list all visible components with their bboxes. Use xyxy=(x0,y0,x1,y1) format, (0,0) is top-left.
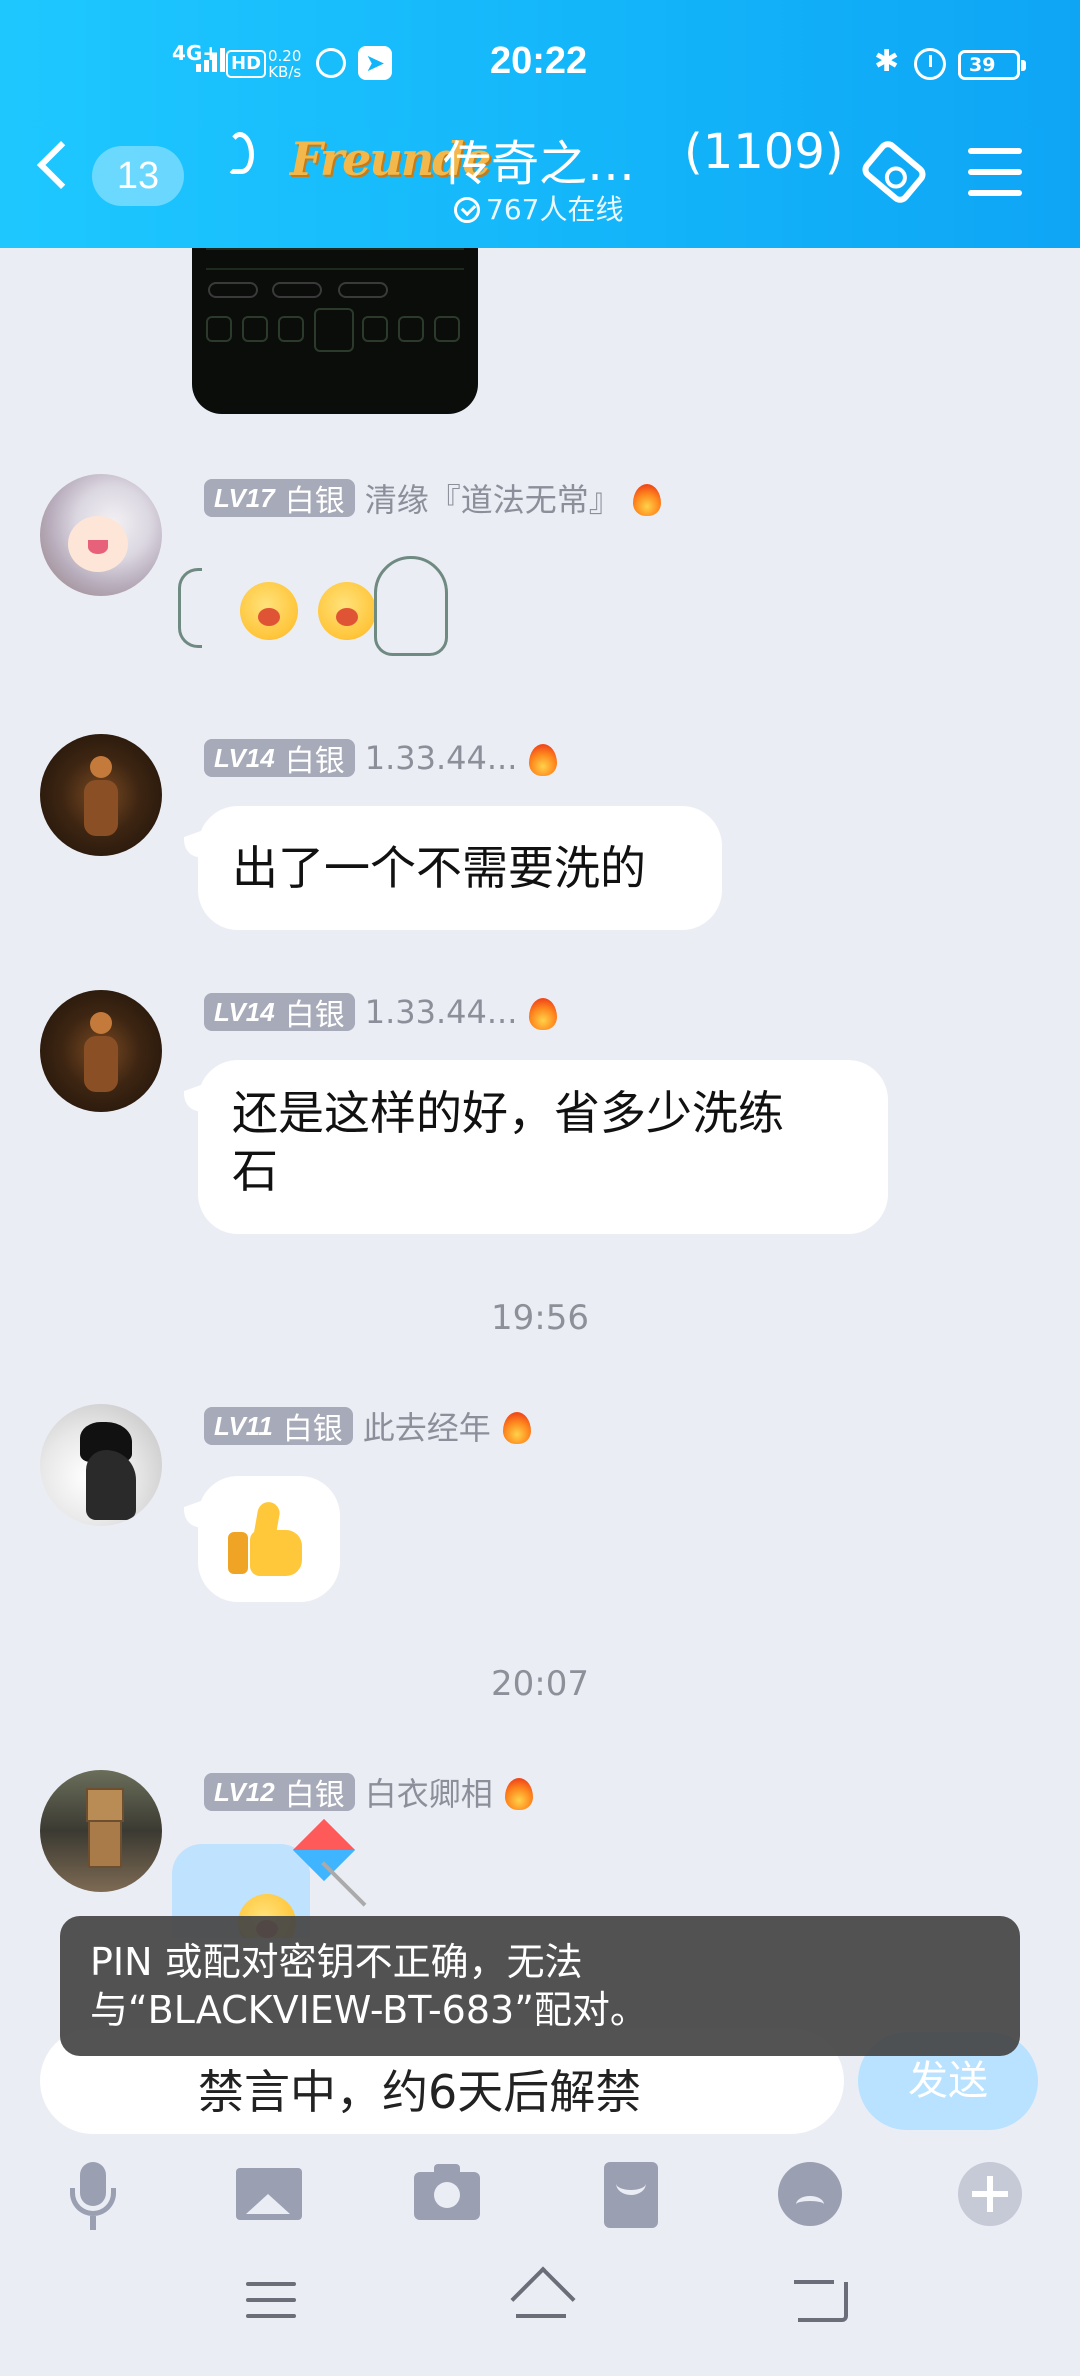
avatar[interactable] xyxy=(40,474,162,596)
home-icon[interactable] xyxy=(506,2276,576,2330)
level-badge: LV14 白银 xyxy=(204,739,355,779)
online-check-icon xyxy=(454,197,480,223)
message-meta: LV14 白银 1.33.44... xyxy=(204,992,558,1033)
fire-icon xyxy=(529,994,558,1030)
signal-icon xyxy=(196,46,225,72)
chat-area[interactable]: LV17 白银 清缘『道法无常』 LV14 白银 1.33.44... 出了一个不需… xyxy=(0,248,1080,1938)
telegram-icon: ➤ xyxy=(358,46,392,80)
ghost-sticker-icon xyxy=(374,556,448,656)
alarm-icon xyxy=(914,48,946,80)
avatar[interactable] xyxy=(40,1404,162,1526)
sender-name[interactable]: 此去经年 xyxy=(363,1403,491,1449)
red-packet-icon[interactable] xyxy=(598,2162,662,2228)
menu-icon[interactable] xyxy=(968,148,1022,196)
thumbs-up-icon xyxy=(228,1500,306,1576)
input-toolbar xyxy=(0,2150,1080,2230)
tag-icon[interactable] xyxy=(858,137,930,207)
sender-name[interactable]: 1.33.44... xyxy=(365,739,518,777)
emoji-icon[interactable] xyxy=(778,2162,842,2226)
fire-icon xyxy=(529,740,558,776)
message-bubble[interactable]: 出了一个不需要洗的 xyxy=(198,806,722,930)
level-badge: LV12 白银 xyxy=(204,1773,355,1813)
message-bubble[interactable]: 还是这样的好，省多少洗练 石 xyxy=(198,1060,888,1234)
plus-icon[interactable] xyxy=(958,2162,1022,2226)
level-badge: LV14 白银 xyxy=(204,993,355,1033)
message-meta: LV12 白银 白衣卿相 xyxy=(204,1769,533,1815)
hd-icon: HD xyxy=(226,50,267,78)
status-bar: 4G+ HD 0.20 KB/s ➤ 20:22 ✱ 39 xyxy=(0,38,1080,94)
message-text: 出了一个不需要洗的 xyxy=(232,841,646,895)
message-text: 石 xyxy=(232,1144,278,1198)
sticker-arm xyxy=(178,568,202,648)
back-icon[interactable] xyxy=(36,140,86,190)
eating-face-icon xyxy=(240,582,298,640)
avatar[interactable] xyxy=(40,1770,162,1892)
level-badge: LV11 白银 xyxy=(204,1407,353,1447)
sender-name[interactable]: 白衣卿相 xyxy=(365,1769,493,1815)
message-meta: LV17 白银 清缘『道法无常』 xyxy=(204,475,661,521)
fire-icon xyxy=(504,1774,533,1810)
member-count[interactable]: (1109) xyxy=(684,124,844,180)
fire-icon xyxy=(502,1408,531,1444)
thumbs-up-message[interactable] xyxy=(198,1476,340,1602)
bluetooth-pairing-toast: PIN 或配对密钥不正确，无法 与“BLACKVIEW-BT-683”配对。 xyxy=(60,1916,1020,2056)
chat-header: 4G+ HD 0.20 KB/s ➤ 20:22 ✱ 39 13 Freunde … xyxy=(0,0,1080,248)
level-badge: LV17 白银 xyxy=(204,479,355,519)
ear-icon[interactable] xyxy=(228,132,254,174)
camera-icon[interactable] xyxy=(414,2162,480,2226)
battery-indicator: 39 xyxy=(958,50,1026,80)
timestamp: 20:07 xyxy=(491,1664,589,1704)
image-icon[interactable] xyxy=(236,2162,302,2226)
back-nav-icon[interactable] xyxy=(794,2280,848,2322)
sender-name[interactable]: 清缘『道法无常』 xyxy=(365,475,621,521)
microphone-icon[interactable] xyxy=(60,2162,124,2230)
online-status: 767人在线 xyxy=(454,188,623,228)
sticker-message[interactable] xyxy=(178,548,458,658)
unread-badge[interactable]: 13 xyxy=(92,146,184,206)
network-speed: 0.20 KB/s xyxy=(268,47,302,81)
group-title[interactable]: 传奇之… xyxy=(443,124,635,194)
sync-icon xyxy=(316,48,346,78)
bluetooth-icon: ✱ xyxy=(874,44,900,79)
avatar[interactable] xyxy=(40,734,162,856)
message-text: 还是这样的好，省多少洗练 xyxy=(232,1086,784,1140)
message-meta: LV14 白银 1.33.44... xyxy=(204,738,558,779)
clock: 20:22 xyxy=(490,40,588,82)
system-nav-bar xyxy=(0,2256,1080,2376)
message-meta: LV11 白银 此去经年 xyxy=(204,1403,531,1449)
timestamp: 19:56 xyxy=(491,1298,589,1338)
game-screenshot-image[interactable] xyxy=(192,248,478,414)
avatar[interactable] xyxy=(40,990,162,1112)
fire-icon xyxy=(632,480,661,516)
sender-name[interactable]: 1.33.44... xyxy=(365,993,518,1031)
eating-face-icon xyxy=(318,582,376,640)
recent-apps-icon[interactable] xyxy=(246,2282,296,2322)
